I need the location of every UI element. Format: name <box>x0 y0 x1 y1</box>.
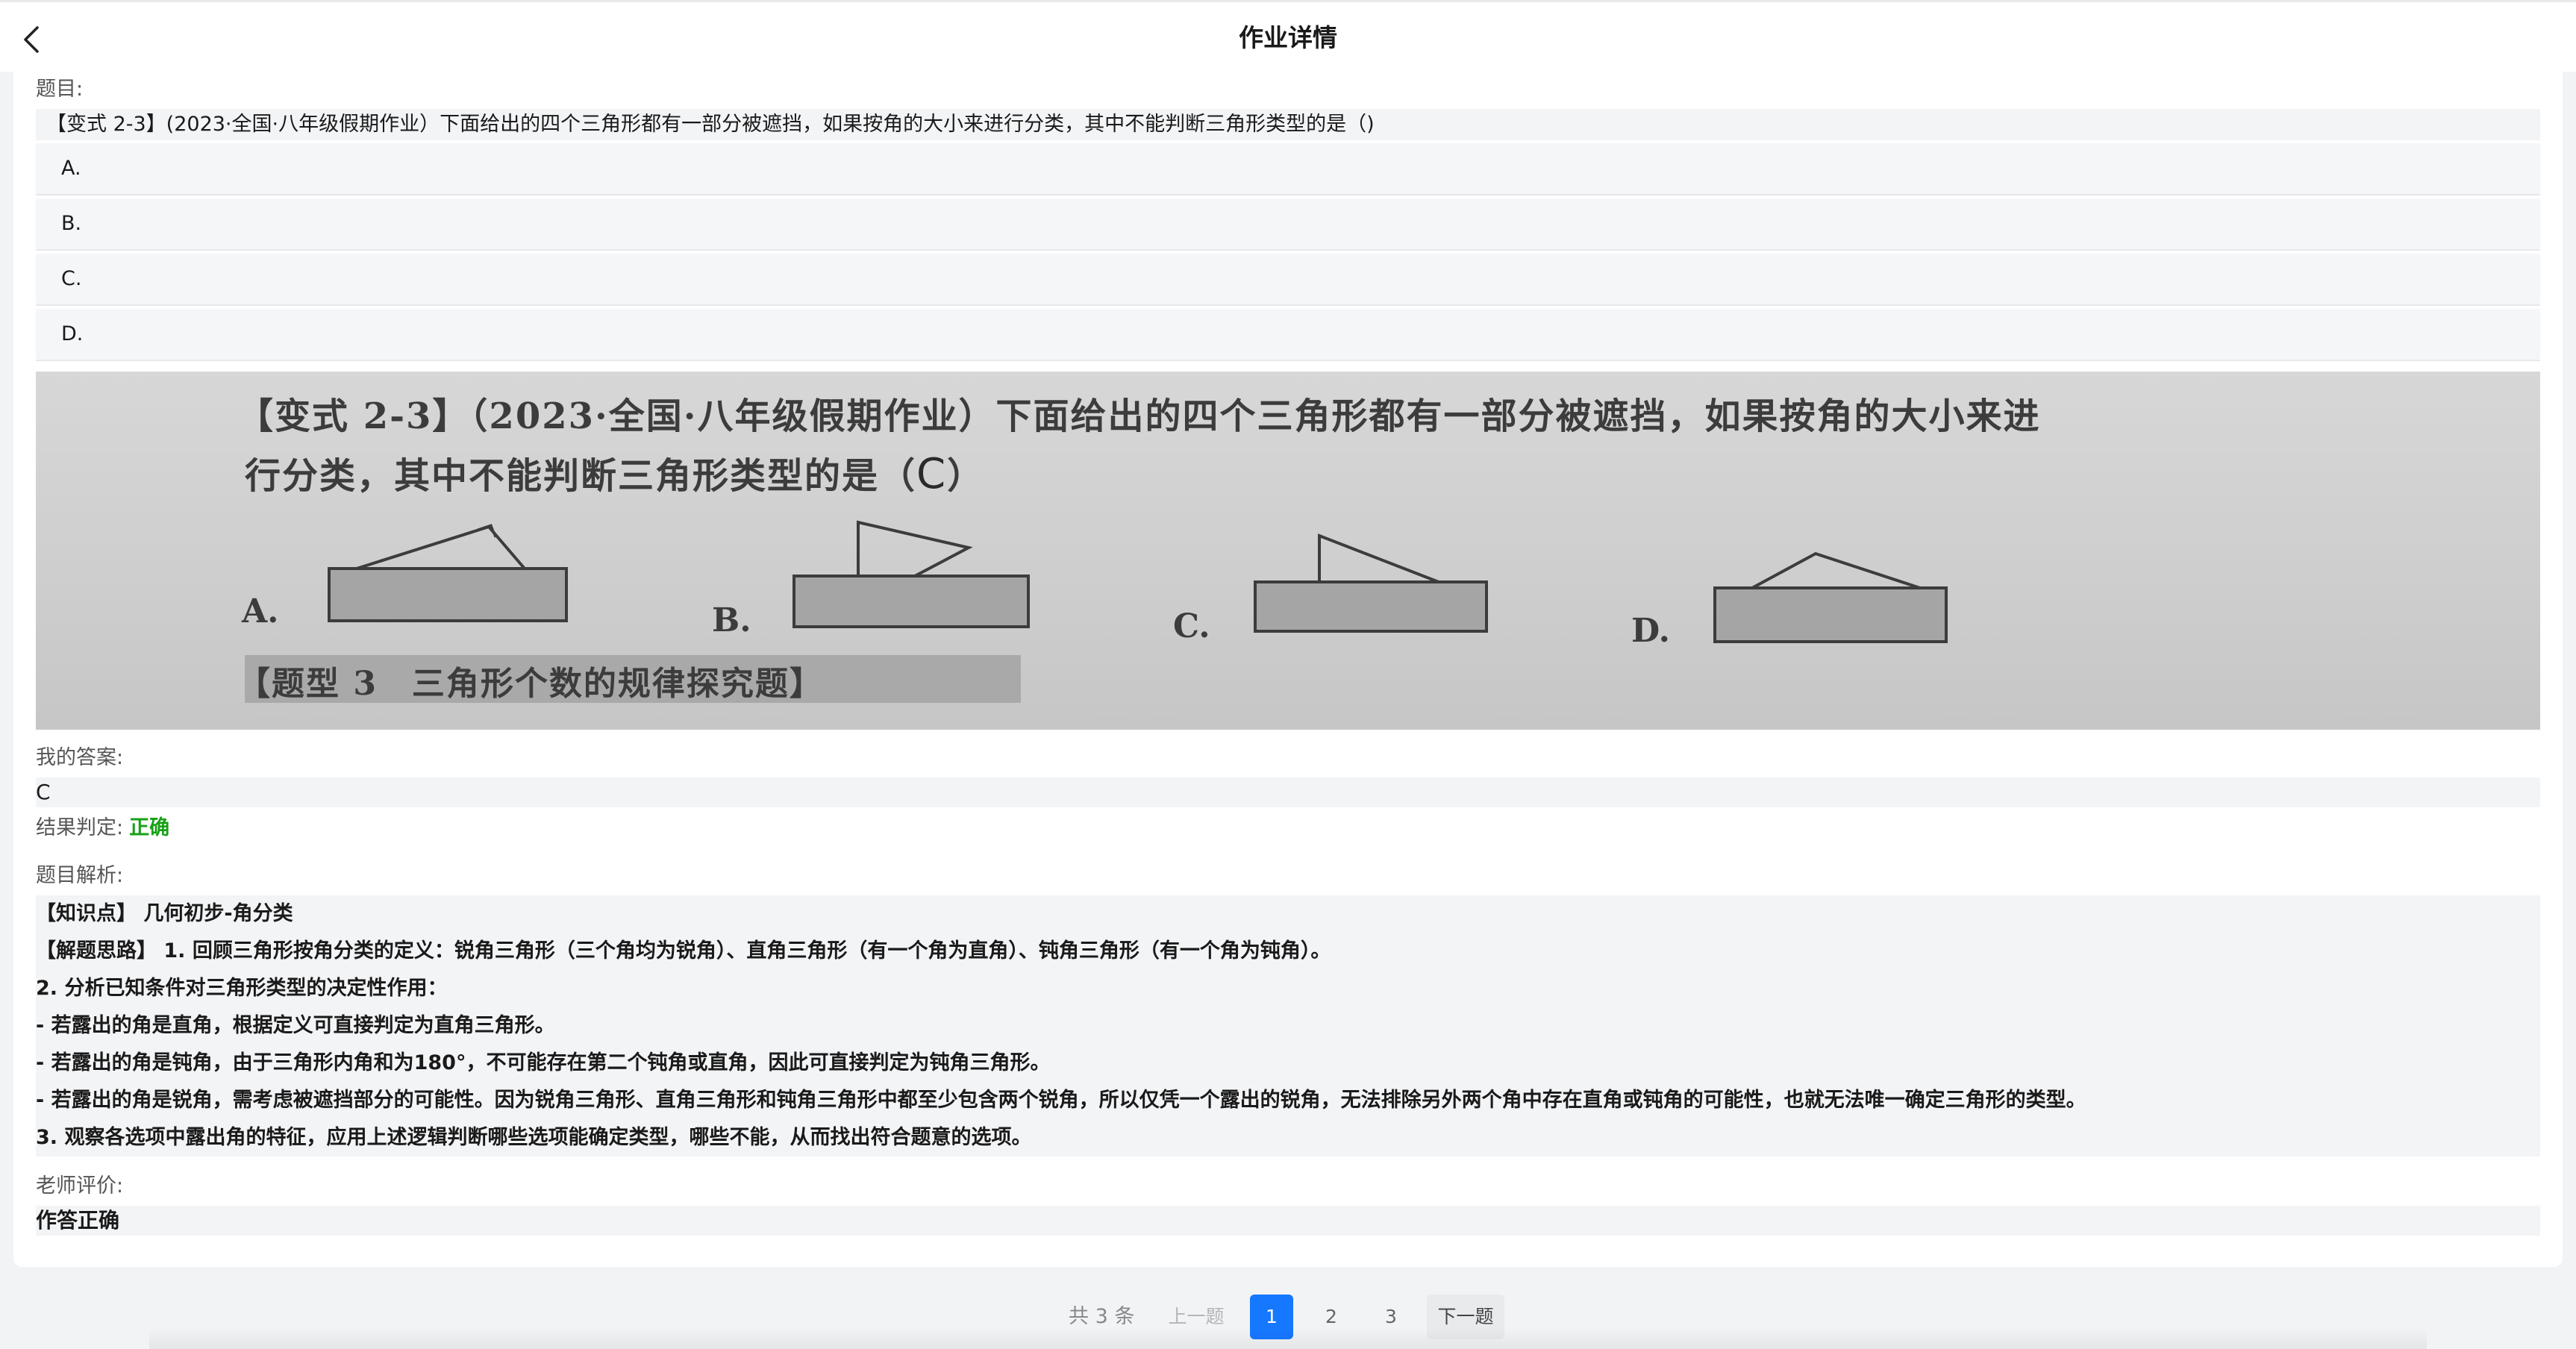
my-answer-value: C <box>36 780 51 804</box>
option-b[interactable]: B. <box>36 198 2540 251</box>
result-row: 结果判定: 正确 <box>36 813 169 843</box>
analysis-line: - 若露出的角是钝角，由于三角形内角和为180°，不可能存在第二个钝角或直角，因… <box>36 1051 1051 1074</box>
photo-option-d: D. <box>1631 612 1670 650</box>
option-d-label: D. <box>61 322 84 345</box>
question-photo: 【变式 2-3】（2023·全国·八年级假期作业）下面给出的四个三角形都有一部分… <box>36 372 2540 730</box>
analysis-line: 【解题思路】 1. 回顾三角形按角分类的定义：锐角三角形（三个角均为锐角）、直角… <box>36 939 1331 963</box>
page-title: 作业详情 <box>1239 23 1337 52</box>
option-a[interactable]: A. <box>36 143 2540 195</box>
photo-section-title: 【题型 3 三角形个数的规律探究题】 <box>237 665 824 703</box>
bottom-shadow <box>149 1328 2427 1349</box>
analysis-line: 3. 观察各选项中露出角的特征，应用上述逻辑判断哪些选项能确定类型，哪些不能，从… <box>36 1126 1032 1149</box>
teacher-comment-label: 老师评价: <box>36 1174 124 1198</box>
option-d[interactable]: D. <box>36 309 2540 361</box>
analysis-line: 2. 分析已知条件对三角形类型的决定性作用： <box>36 977 448 1000</box>
result-label: 结果判定: <box>36 816 124 839</box>
teacher-comment-value: 作答正确 <box>36 1208 120 1233</box>
question-text: 【变式 2-3】(2023·全国·八年级假期作业）下面给出的四个三角形都有一部分… <box>46 113 1375 136</box>
result-value: 正确 <box>129 816 170 839</box>
option-c-label: C. <box>61 267 82 290</box>
photo-option-a: A. <box>242 592 279 630</box>
option-c[interactable]: C. <box>36 254 2540 306</box>
homework-detail-card: 题目: 【变式 2-3】(2023·全国·八年级假期作业）下面给出的四个三角形都… <box>13 72 2563 1267</box>
analysis-line: 【知识点】 几何初步-角分类 <box>36 902 293 925</box>
option-a-label: A. <box>61 157 81 180</box>
option-b-label: B. <box>61 212 82 235</box>
teacher-comment-box <box>36 1206 2540 1236</box>
analysis-label: 题目解析: <box>36 864 124 887</box>
my-answer-label: 我的答案: <box>36 746 124 769</box>
my-answer-box <box>36 777 2540 807</box>
top-bar: 作业详情 <box>0 0 2576 72</box>
analysis-line: - 若露出的角是直角，根据定义可直接判定为直角三角形。 <box>36 1014 555 1037</box>
photo-option-b: B. <box>712 601 751 639</box>
photo-option-c: C. <box>1173 607 1210 645</box>
question-label: 题目: <box>36 78 84 101</box>
analysis-line: - 若露出的角是锐角，需考虑被遮挡部分的可能性。因为锐角三角形、直角三角形和钝角… <box>36 1089 2086 1112</box>
